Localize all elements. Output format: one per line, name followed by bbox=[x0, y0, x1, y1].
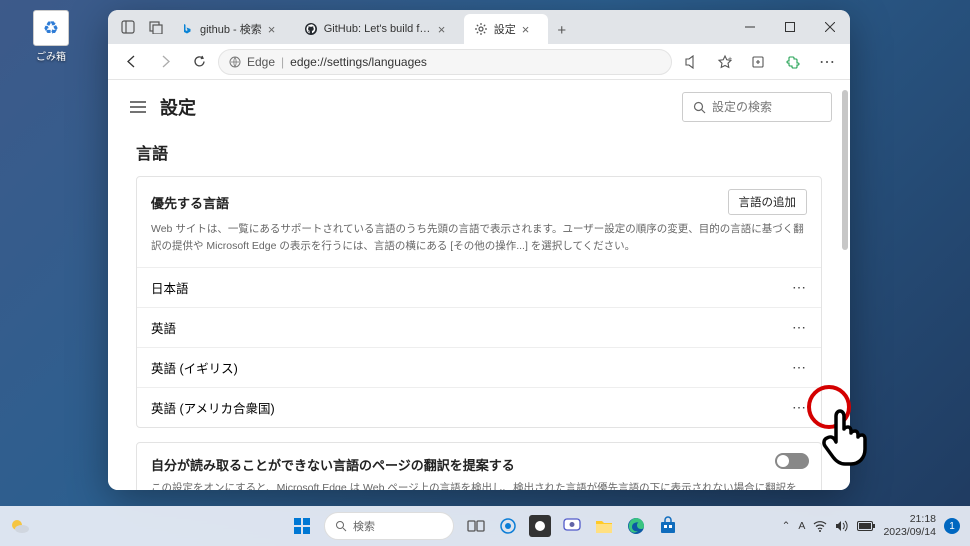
back-button[interactable] bbox=[116, 47, 146, 77]
section-heading: 言語 bbox=[108, 130, 850, 176]
edge-button[interactable] bbox=[622, 512, 650, 540]
lang-more-button[interactable]: ⋯ bbox=[792, 359, 807, 376]
scrollbar-thumb[interactable] bbox=[842, 90, 848, 250]
lang-label: 英語 bbox=[151, 318, 176, 337]
lang-row-3: 英語 (アメリカ合衆国) ⋯ bbox=[137, 387, 821, 427]
taskbar-search-placeholder: 検索 bbox=[353, 518, 375, 534]
add-language-button[interactable]: 言語の追加 bbox=[728, 189, 808, 215]
tab-1-close[interactable]: × bbox=[268, 22, 284, 37]
explorer-button[interactable] bbox=[590, 512, 618, 540]
refresh-button[interactable] bbox=[184, 47, 214, 77]
url-field[interactable]: Edge | edge://settings/languages bbox=[218, 49, 672, 75]
app-1[interactable] bbox=[526, 512, 554, 540]
titlebar: github - 検索 × GitHub: Let's build from h… bbox=[108, 10, 850, 44]
browser-window: github - 検索 × GitHub: Let's build from h… bbox=[108, 10, 850, 490]
chat-button[interactable] bbox=[558, 512, 586, 540]
volume-icon[interactable] bbox=[835, 520, 849, 532]
lang-more-button[interactable]: ⋯ bbox=[792, 319, 807, 336]
lang-label: 英語 (アメリカ合衆国) bbox=[151, 398, 275, 417]
window-controls bbox=[730, 12, 850, 42]
page-title: 設定 bbox=[160, 94, 196, 120]
clock[interactable]: 21:18 2023/09/14 bbox=[883, 513, 936, 538]
translate-card: 自分が読み取ることができない言語のページの翻訳を提案する この設定をオンにすると… bbox=[136, 442, 822, 490]
store-button[interactable] bbox=[654, 512, 682, 540]
recycle-bin-label: ごみ箱 bbox=[26, 48, 76, 63]
tab-2-title: GitHub: Let's build from here bbox=[324, 23, 432, 35]
vertical-tabs-button[interactable] bbox=[114, 13, 142, 41]
edge-icon bbox=[229, 56, 241, 68]
github-icon bbox=[304, 22, 318, 36]
menu-button[interactable] bbox=[126, 95, 150, 119]
recycle-bin[interactable]: ♻ ごみ箱 bbox=[26, 10, 76, 63]
lang-row-1: 英語 ⋯ bbox=[137, 307, 821, 347]
lang-row-0: 日本語 ⋯ bbox=[137, 267, 821, 307]
ime-indicator[interactable]: A bbox=[798, 520, 805, 532]
close-button[interactable] bbox=[810, 12, 850, 42]
tray-chevron[interactable]: ⌃ bbox=[782, 520, 791, 532]
translate-desc: この設定をオンにすると、Microsoft Edge は Web ページ上の言語… bbox=[151, 480, 807, 490]
lang-label: 英語 (イギリス) bbox=[151, 358, 238, 377]
tab-strip: github - 検索 × GitHub: Let's build from h… bbox=[170, 10, 730, 44]
tab-2[interactable]: GitHub: Let's build from here × bbox=[294, 14, 464, 44]
lang-more-button[interactable]: ⋯ bbox=[792, 279, 807, 296]
recycle-bin-icon: ♻ bbox=[33, 10, 69, 46]
tab-3-close[interactable]: × bbox=[522, 22, 538, 37]
svg-text:+: + bbox=[728, 56, 732, 63]
weather-icon[interactable] bbox=[8, 514, 32, 538]
tab-3[interactable]: 設定 × bbox=[464, 14, 548, 44]
notification-badge[interactable]: 1 bbox=[944, 518, 960, 534]
start-button[interactable] bbox=[288, 512, 316, 540]
settings-content: 設定 言語 優先する言語 言語の追加 Web サイトは、一覧にあるサポートされて… bbox=[108, 80, 850, 490]
new-tab-button[interactable]: + bbox=[548, 16, 576, 44]
collections-button[interactable] bbox=[744, 47, 774, 77]
preferred-languages-card: 優先する言語 言語の追加 Web サイトは、一覧にあるサポートされている言語のう… bbox=[136, 176, 822, 428]
bing-icon bbox=[180, 22, 194, 36]
taskbar: 検索 ⌃ A 21:18 2023/09/14 1 bbox=[0, 506, 970, 546]
read-aloud-button[interactable] bbox=[676, 47, 706, 77]
address-bar: Edge | edge://settings/languages + ⋯ bbox=[108, 44, 850, 80]
preferred-heading: 優先する言語 bbox=[151, 193, 229, 212]
task-view-button[interactable] bbox=[462, 512, 490, 540]
forward-button[interactable] bbox=[150, 47, 180, 77]
translate-heading: 自分が読み取ることができない言語のページの翻訳を提案する bbox=[151, 455, 807, 474]
preferred-desc: Web サイトは、一覧にあるサポートされている言語のうち先頭の言語で表示されます… bbox=[151, 221, 807, 255]
settings-search[interactable] bbox=[682, 92, 832, 122]
search-icon bbox=[693, 101, 706, 114]
search-icon bbox=[335, 520, 347, 532]
copilot-button[interactable] bbox=[494, 512, 522, 540]
more-button[interactable]: ⋯ bbox=[812, 47, 842, 77]
lang-more-button[interactable]: ⋯ bbox=[792, 399, 807, 416]
tab-2-close[interactable]: × bbox=[438, 22, 454, 37]
tab-actions-button[interactable] bbox=[142, 13, 170, 41]
favorites-button[interactable]: + bbox=[710, 47, 740, 77]
url-path: edge://settings/languages bbox=[290, 55, 427, 69]
url-prefix: Edge bbox=[247, 55, 275, 69]
tab-3-title: 設定 bbox=[494, 21, 516, 37]
translate-toggle[interactable] bbox=[775, 453, 809, 469]
battery-icon[interactable] bbox=[857, 521, 875, 531]
maximize-button[interactable] bbox=[770, 12, 810, 42]
taskbar-search[interactable]: 検索 bbox=[324, 512, 454, 540]
system-tray: ⌃ A 21:18 2023/09/14 1 bbox=[782, 513, 970, 538]
lang-row-2: 英語 (イギリス) ⋯ bbox=[137, 347, 821, 387]
settings-search-input[interactable] bbox=[712, 100, 812, 114]
tab-1-title: github - 検索 bbox=[200, 21, 262, 37]
minimize-button[interactable] bbox=[730, 12, 770, 42]
tab-1[interactable]: github - 検索 × bbox=[170, 14, 294, 44]
wifi-icon[interactable] bbox=[813, 520, 827, 532]
extensions-button[interactable] bbox=[778, 47, 808, 77]
gear-icon bbox=[474, 22, 488, 36]
lang-label: 日本語 bbox=[151, 278, 189, 297]
